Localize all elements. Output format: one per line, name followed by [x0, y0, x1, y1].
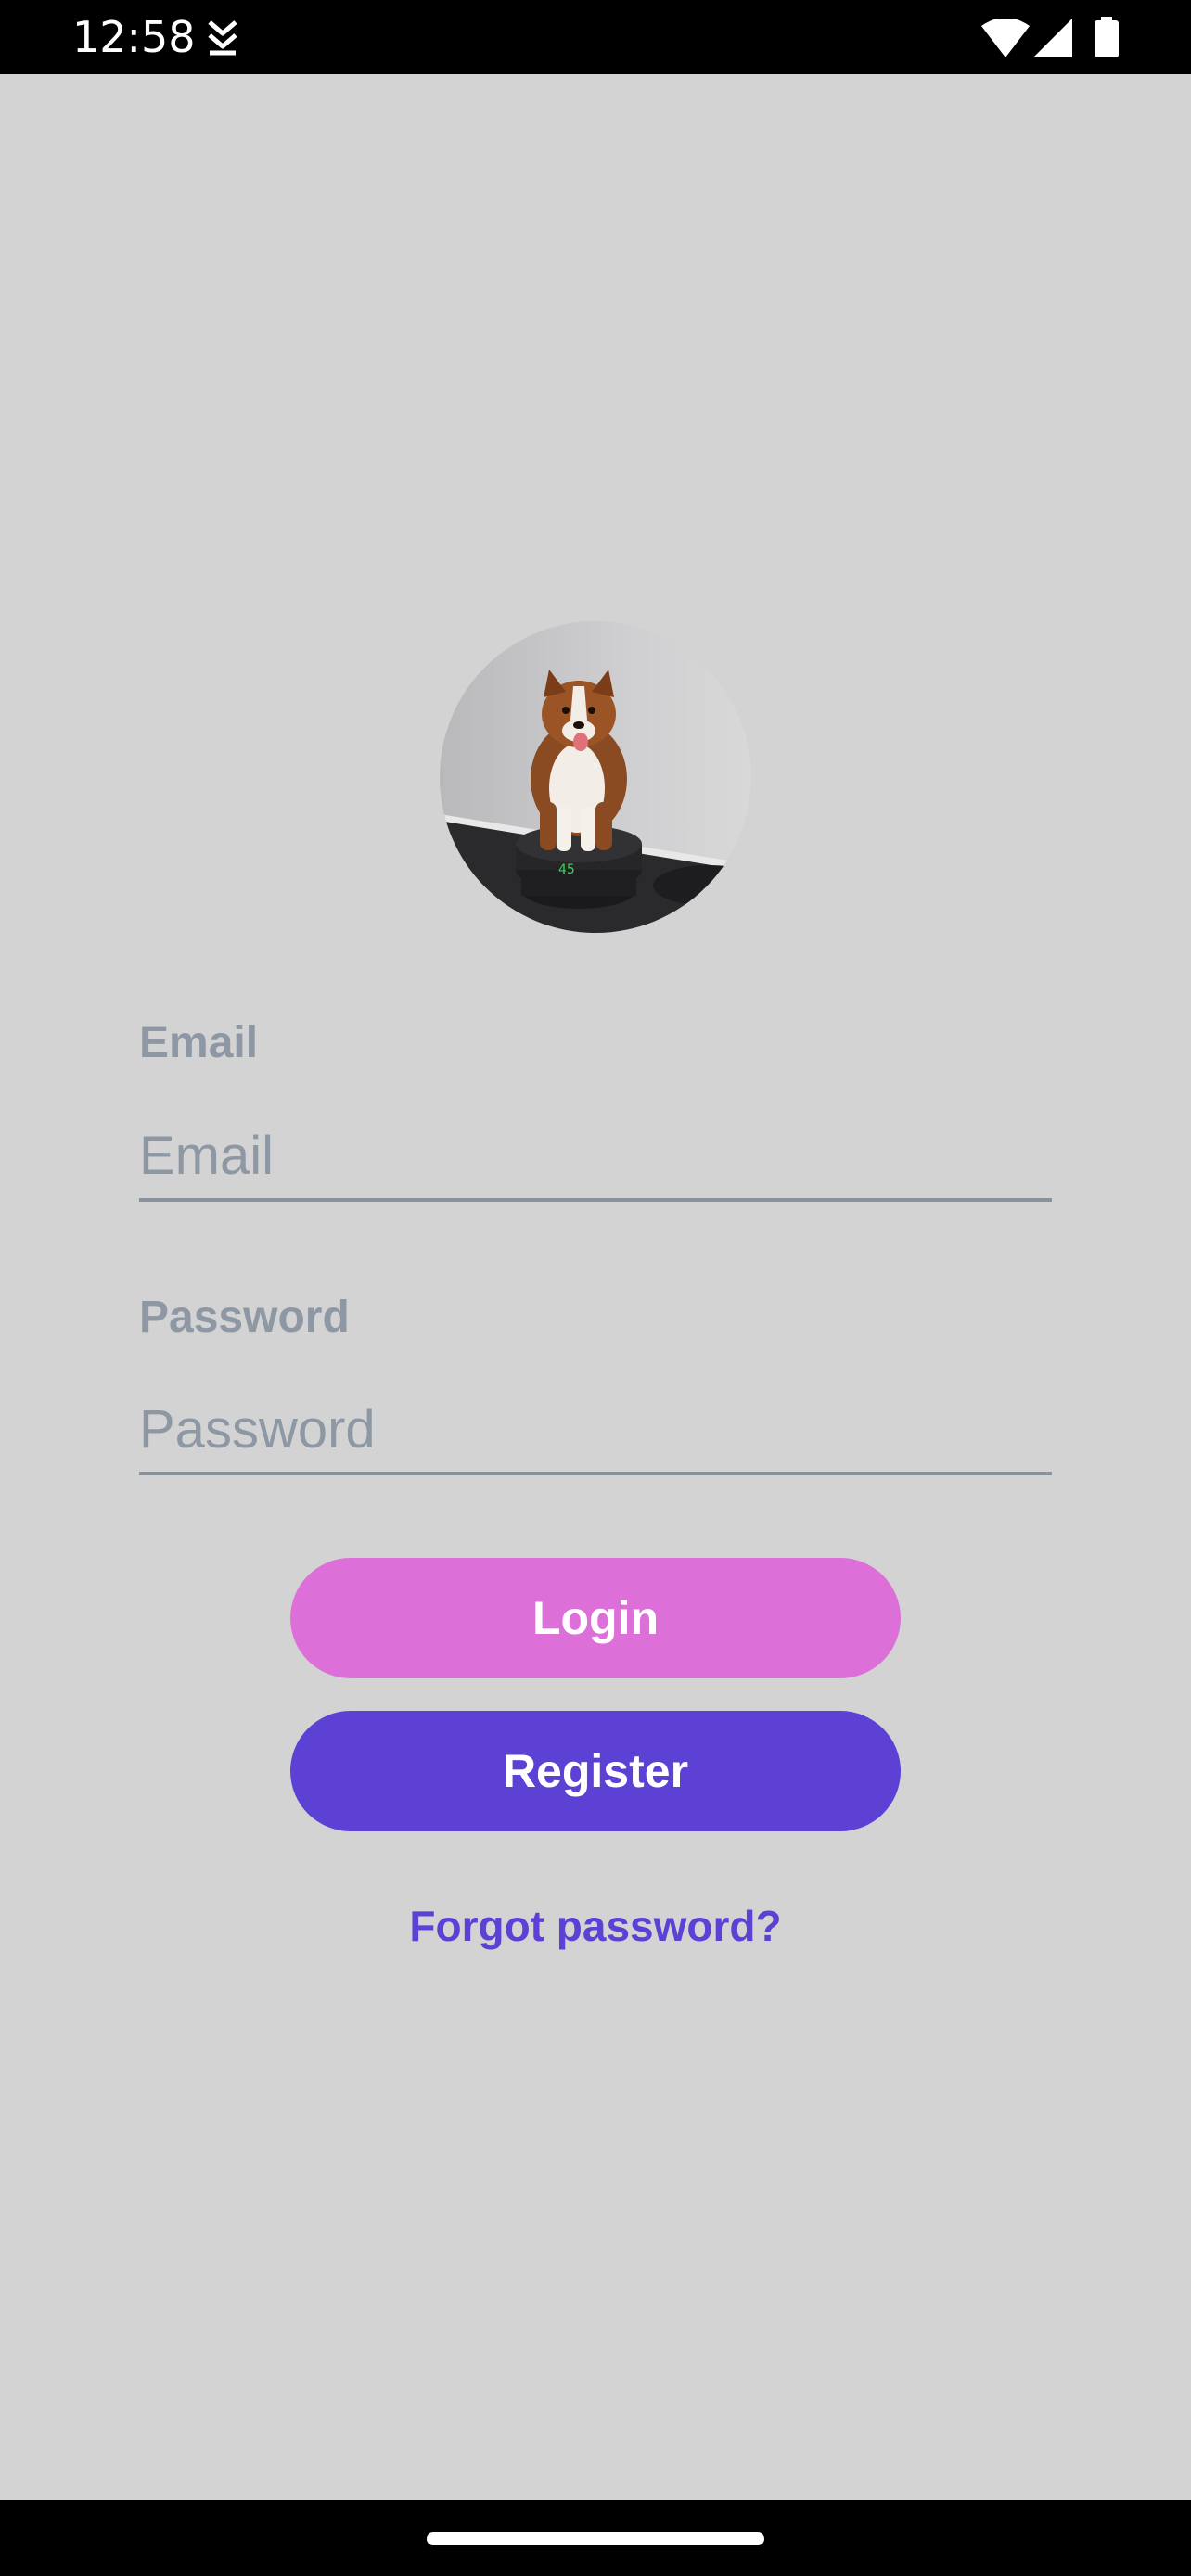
- download-arrow-icon: [208, 20, 237, 56]
- password-field[interactable]: [139, 1386, 1052, 1475]
- forgot-password-link[interactable]: Forgot password?: [0, 1899, 1191, 1953]
- avatar: 45: [440, 621, 751, 933]
- svg-text:45: 45: [558, 862, 575, 877]
- status-time: 12:58: [72, 12, 196, 62]
- password-label: Password: [139, 1293, 350, 1342]
- login-button[interactable]: Login: [290, 1558, 901, 1678]
- email-field[interactable]: [139, 1113, 1052, 1202]
- status-bar: 12:58: [0, 0, 1191, 74]
- battery-icon: [1095, 17, 1119, 57]
- register-button[interactable]: Register: [290, 1711, 901, 1831]
- dog-photo: 45: [440, 621, 751, 933]
- cellular-signal-icon: [1033, 19, 1072, 57]
- wifi-icon: [981, 19, 1030, 57]
- home-gesture-handle[interactable]: [427, 2532, 764, 2545]
- email-label: Email: [139, 1018, 259, 1067]
